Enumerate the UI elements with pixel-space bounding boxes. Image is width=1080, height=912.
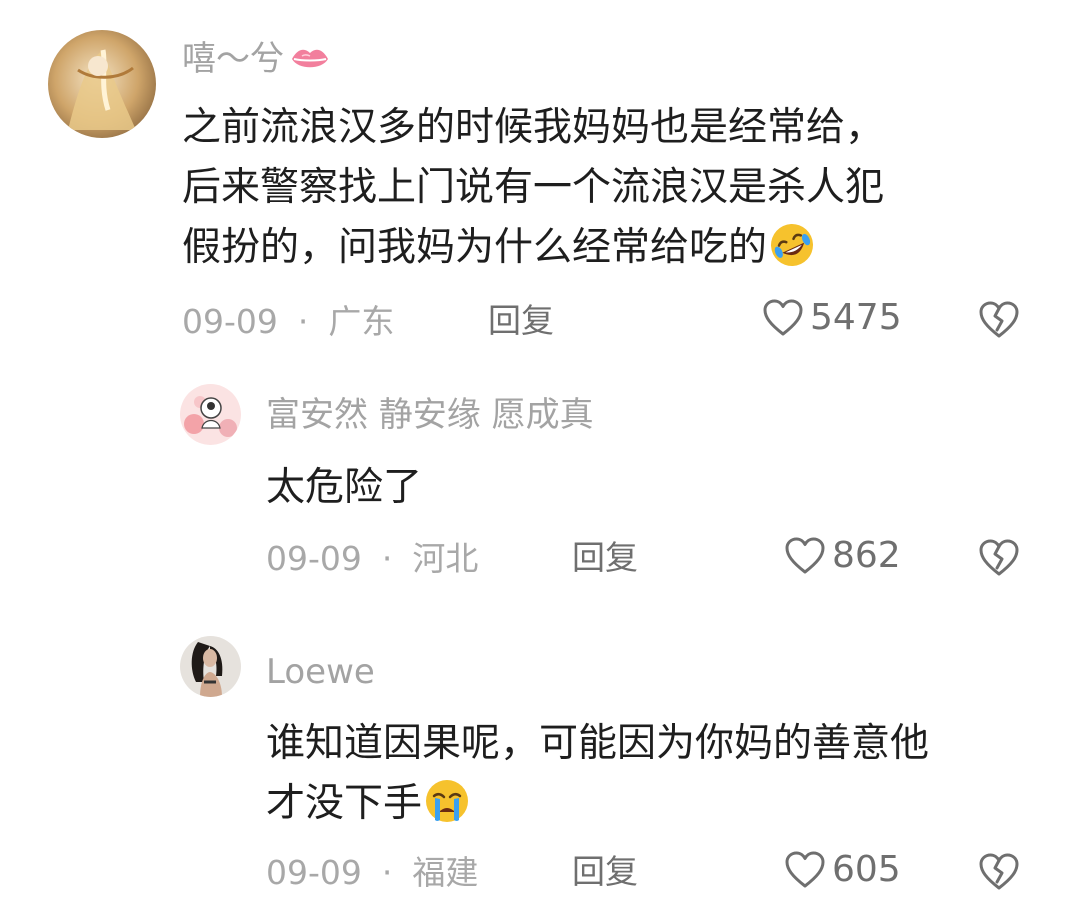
comment-location: 河北 <box>412 539 479 578</box>
comment-meta: 09-09 · 河北 <box>266 542 478 575</box>
comment-text: 谁知道因果呢，可能因为你妈的善意他 才没下手 <box>266 714 1046 834</box>
reply-item: Loewe 谁知道因果呢，可能因为你妈的善意他 才没下手 09-09 · 福建 回复… <box>0 620 1080 912</box>
comment-line: 后来警察找上门说有一个流浪汉是杀人犯 <box>182 165 885 210</box>
comment-location: 福建 <box>412 853 479 892</box>
reply-item: 富安然 静安缘 愿成真 太危险了 09-09 · 河北 回复 862 <box>0 370 1080 590</box>
comment-line: 之前流浪汉多的时候我妈妈也是经常给， <box>182 105 885 150</box>
username[interactable]: Loewe <box>266 655 375 689</box>
comment-text: 之前流浪汉多的时候我妈妈也是经常给， 后来警察找上门说有一个流浪汉是杀人犯 假扮… <box>182 98 1042 278</box>
crying-emoji <box>426 780 469 822</box>
like-button[interactable]: 5475 <box>762 298 902 338</box>
broken-heart-icon[interactable] <box>978 300 1020 340</box>
like-button[interactable]: 605 <box>784 850 901 890</box>
meta-separator: · <box>381 853 393 892</box>
comment-meta: 09-09 · 广东 <box>182 305 394 338</box>
comment-item: 嘻～兮 之前流浪汉多的时候我妈妈也是经常给， 后来警察找上门说有一个流浪汉是杀人… <box>0 0 1080 360</box>
username-text: 嘻～兮 <box>182 39 284 79</box>
meta-separator: · <box>297 302 309 341</box>
broken-heart-icon[interactable] <box>978 852 1020 892</box>
heart-icon <box>763 299 803 336</box>
comment-text: 太危险了 <box>266 458 1046 518</box>
username[interactable]: 嘻～兮 <box>182 42 330 76</box>
lips-icon <box>292 49 328 68</box>
comment-line: 假扮的，问我妈为什么经常给吃的 <box>182 218 1042 278</box>
comment-line: 才没下手 <box>266 774 1046 834</box>
avatar[interactable] <box>180 636 241 697</box>
meta-separator: · <box>381 539 393 578</box>
reply-button[interactable]: 回复 <box>488 304 554 337</box>
broken-heart-icon[interactable] <box>978 538 1020 578</box>
rofl-emoji <box>771 224 814 266</box>
reply-button[interactable]: 回复 <box>572 541 638 574</box>
comment-line: 太危险了 <box>266 465 423 510</box>
like-button[interactable]: 862 <box>784 536 901 576</box>
avatar[interactable] <box>48 30 156 138</box>
like-count: 5475 <box>810 297 902 338</box>
comment-date: 09-09 <box>266 853 362 892</box>
reply-button[interactable]: 回复 <box>572 855 638 888</box>
comment-date: 09-09 <box>266 539 362 578</box>
avatar[interactable] <box>180 384 241 445</box>
comment-meta: 09-09 · 福建 <box>266 856 478 889</box>
comment-line: 谁知道因果呢，可能因为你妈的善意他 <box>266 721 930 766</box>
heart-icon <box>785 851 825 888</box>
like-count: 862 <box>832 535 901 576</box>
heart-icon <box>785 537 825 574</box>
comment-location: 广东 <box>328 302 395 341</box>
like-count: 605 <box>832 849 901 890</box>
comment-date: 09-09 <box>182 302 278 341</box>
username[interactable]: 富安然 静安缘 愿成真 <box>266 398 594 432</box>
